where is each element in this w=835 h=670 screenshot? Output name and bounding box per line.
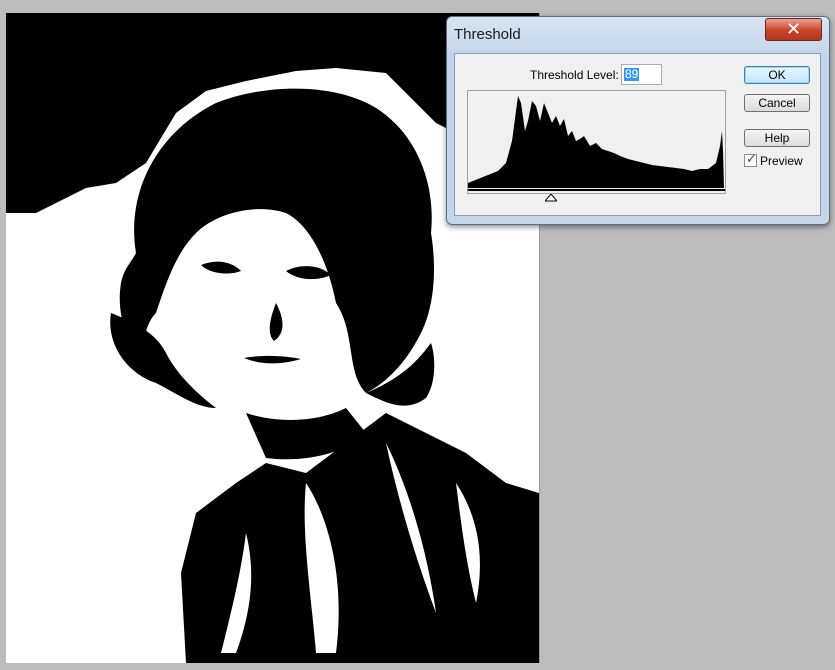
dialog-client-area: Threshold Level: 89 OK Cancel Help ✓ Pre…	[454, 53, 821, 216]
histogram	[467, 90, 726, 194]
threshold-level-input[interactable]: 89	[621, 64, 662, 85]
ok-button[interactable]: OK	[744, 66, 810, 84]
checkmark-icon: ✓	[746, 152, 757, 167]
help-button[interactable]: Help	[744, 129, 810, 147]
threshold-dialog: Threshold ✕ Threshold Level: 89 OK Cance…	[446, 16, 830, 225]
dialog-title: Threshold	[454, 26, 521, 43]
close-icon: ✕	[785, 19, 802, 40]
cancel-button[interactable]: Cancel	[744, 94, 810, 112]
threshold-level-label: Threshold Level:	[530, 68, 619, 82]
preview-checkbox[interactable]: ✓	[744, 152, 757, 167]
preview-label[interactable]: Preview	[760, 154, 803, 168]
histogram-graph	[468, 96, 725, 191]
threshold-level-value: 89	[624, 67, 640, 81]
close-button[interactable]: ✕	[765, 18, 822, 41]
